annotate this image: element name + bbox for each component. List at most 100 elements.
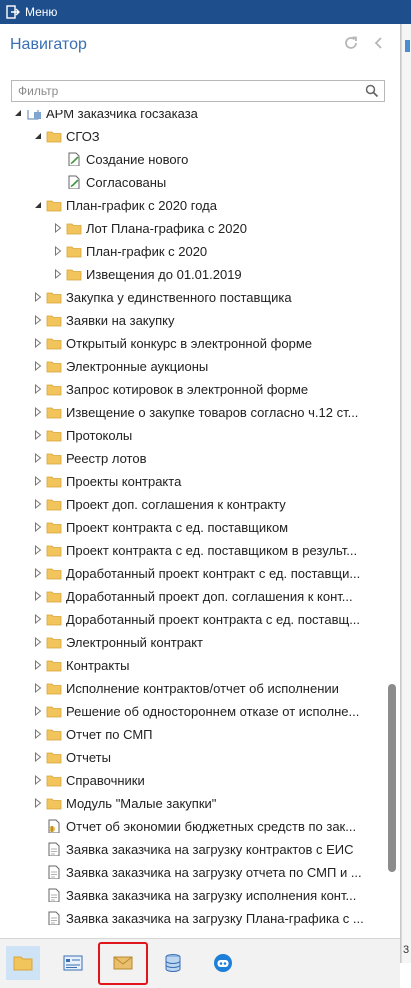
collapsed-arrow-icon[interactable] bbox=[34, 476, 42, 486]
collapsed-arrow-icon[interactable] bbox=[34, 660, 42, 670]
tree-item-label: Проект контракта с ед. поставщиком bbox=[66, 520, 289, 535]
tree-item[interactable]: АРМ заказчика госзаказа bbox=[0, 110, 384, 125]
tree-item-label: Проект доп. соглашения к контракту bbox=[66, 497, 286, 512]
tree-item[interactable]: План-график с 2020 года bbox=[0, 194, 384, 217]
collapsed-arrow-icon[interactable] bbox=[34, 292, 42, 302]
expanded-arrow-icon[interactable] bbox=[14, 110, 22, 118]
assistant-tab-button[interactable] bbox=[206, 946, 240, 980]
collapsed-arrow-icon[interactable] bbox=[34, 706, 42, 716]
tree-item-label: Отчет по СМП bbox=[66, 727, 153, 742]
collapsed-arrow-icon[interactable] bbox=[34, 430, 42, 440]
tree-item[interactable]: Доработанный проект контракт с ед. поста… bbox=[0, 562, 384, 585]
tree-item[interactable]: Закупка у единственного поставщика bbox=[0, 286, 384, 309]
tree-item[interactable]: Электронные аукционы bbox=[0, 355, 384, 378]
collapsed-arrow-icon[interactable] bbox=[34, 384, 42, 394]
collapsed-arrow-icon[interactable] bbox=[34, 545, 42, 555]
folder-icon bbox=[46, 522, 62, 534]
tree-item[interactable]: Отчет по СМП bbox=[0, 723, 384, 746]
collapsed-arrow-icon[interactable] bbox=[34, 568, 42, 578]
folder-icon bbox=[46, 752, 62, 764]
tree-item[interactable]: Доработанный проект доп. соглашения к ко… bbox=[0, 585, 384, 608]
tree-item-label: План-график с 2020 года bbox=[66, 198, 217, 213]
tree-item[interactable]: Реестр лотов bbox=[0, 447, 384, 470]
tree-item-label: Закупка у единственного поставщика bbox=[66, 290, 292, 305]
tree-item[interactable]: Извещение о закупке товаров согласно ч.1… bbox=[0, 401, 384, 424]
tree-item-label: Заявка заказчика на загрузку Плана-графи… bbox=[66, 911, 364, 926]
collapsed-arrow-icon[interactable] bbox=[34, 407, 42, 417]
tree-item[interactable]: Заявка заказчика на загрузку отчета по С… bbox=[0, 861, 384, 884]
collapsed-arrow-icon[interactable] bbox=[34, 729, 42, 739]
tree-item-label: Заявка заказчика на загрузку контрактов … bbox=[66, 842, 354, 857]
tree-item[interactable]: Проекты контракта bbox=[0, 470, 384, 493]
tree-item[interactable]: Лот Плана-графика с 2020 bbox=[0, 217, 384, 240]
collapsed-arrow-icon[interactable] bbox=[34, 361, 42, 371]
tree-item[interactable]: Заявки на закупку bbox=[0, 309, 384, 332]
tree-scrollbar-thumb[interactable] bbox=[388, 684, 396, 872]
collapsed-arrow-icon[interactable] bbox=[34, 522, 42, 532]
tree-item[interactable]: Заявка заказчика на загрузку Плана-графи… bbox=[0, 907, 384, 930]
tree-item[interactable]: Исполнение контрактов/отчет об исполнени… bbox=[0, 677, 384, 700]
tree-item[interactable]: Проект контракта с ед. поставщиком bbox=[0, 516, 384, 539]
collapsed-arrow-icon[interactable] bbox=[54, 269, 62, 279]
collapsed-arrow-icon[interactable] bbox=[34, 637, 42, 647]
tree-item-label: Запрос котировок в электронной форме bbox=[66, 382, 309, 397]
tree-item[interactable]: Проект контракта с ед. поставщиком в рез… bbox=[0, 539, 384, 562]
collapsed-arrow-icon[interactable] bbox=[34, 798, 42, 808]
robot-icon bbox=[214, 954, 232, 972]
tree-item[interactable]: Заявка заказчика на загрузку исполнения … bbox=[0, 884, 384, 907]
mail-tab-button[interactable] bbox=[106, 946, 140, 980]
tree-item-label: Доработанный проект контракта с ед. пост… bbox=[66, 612, 361, 627]
tree-item[interactable]: Отчет об экономии бюджетных средств по з… bbox=[0, 815, 384, 838]
refresh-icon[interactable] bbox=[342, 34, 360, 52]
collapsed-arrow-icon[interactable] bbox=[34, 315, 42, 325]
tree-item[interactable]: Справочники bbox=[0, 769, 384, 792]
search-icon[interactable] bbox=[365, 84, 379, 98]
tree-item[interactable]: Заявка заказчика на загрузку контрактов … bbox=[0, 838, 384, 861]
collapsed-arrow-icon[interactable] bbox=[34, 683, 42, 693]
tree-item[interactable]: Согласованы bbox=[0, 171, 384, 194]
expanded-arrow-icon[interactable] bbox=[34, 131, 42, 141]
right-panel-edge bbox=[401, 24, 411, 963]
collapsed-arrow-icon[interactable] bbox=[34, 453, 42, 463]
document-edit-icon bbox=[68, 175, 80, 189]
tree-item-label: Исполнение контрактов/отчет об исполнени… bbox=[66, 681, 339, 696]
navigator-tree: АРМ заказчика госзаказа СГОЗ Создание ново… bbox=[0, 110, 384, 935]
collapsed-arrow-icon[interactable] bbox=[34, 752, 42, 762]
collapsed-arrow-icon[interactable] bbox=[34, 499, 42, 509]
database-tab-button[interactable] bbox=[156, 946, 190, 980]
tree-item[interactable]: СГОЗ bbox=[0, 125, 384, 148]
tree-item[interactable]: Доработанный проект контракта с ед. пост… bbox=[0, 608, 384, 631]
tree-item[interactable]: Открытый конкурс в электронной форме bbox=[0, 332, 384, 355]
tree-item[interactable]: Запрос котировок в электронной форме bbox=[0, 378, 384, 401]
window-titlebar: Меню bbox=[0, 0, 411, 24]
tree-item[interactable]: Протоколы bbox=[0, 424, 384, 447]
folder-icon bbox=[46, 798, 62, 810]
collapsed-arrow-icon[interactable] bbox=[34, 338, 42, 348]
tree-item[interactable]: Отчеты bbox=[0, 746, 384, 769]
folder-icon bbox=[46, 660, 62, 672]
collapsed-arrow-icon[interactable] bbox=[34, 775, 42, 785]
expanded-arrow-icon[interactable] bbox=[34, 200, 42, 210]
folder-tab-button[interactable] bbox=[6, 946, 40, 980]
tree-item[interactable]: Электронный контракт bbox=[0, 631, 384, 654]
tree-item-label: Проект контракта с ед. поставщиком в рез… bbox=[66, 543, 358, 558]
tree-item[interactable]: План-график с 2020 bbox=[0, 240, 384, 263]
tree-item-label: Модуль "Малые закупки" bbox=[66, 796, 217, 811]
tree-item[interactable]: Решение об одностороннем отказе от испол… bbox=[0, 700, 384, 723]
folder-icon bbox=[13, 956, 33, 971]
list-tab-button[interactable] bbox=[56, 946, 90, 980]
collapse-panel-icon[interactable] bbox=[370, 34, 388, 52]
folder-icon bbox=[46, 292, 62, 304]
tree-item[interactable]: Извещения до 01.01.2019 bbox=[0, 263, 384, 286]
filter-input[interactable] bbox=[18, 83, 358, 99]
folder-icon bbox=[46, 476, 62, 488]
collapsed-arrow-icon[interactable] bbox=[54, 223, 62, 233]
collapsed-arrow-icon[interactable] bbox=[54, 246, 62, 256]
tree-item[interactable]: Модуль "Малые закупки" bbox=[0, 792, 384, 815]
tree-item[interactable]: Контракты bbox=[0, 654, 384, 677]
tree-item-label: Доработанный проект доп. соглашения к ко… bbox=[66, 589, 353, 604]
collapsed-arrow-icon[interactable] bbox=[34, 614, 42, 624]
collapsed-arrow-icon[interactable] bbox=[34, 591, 42, 601]
tree-item[interactable]: Проект доп. соглашения к контракту bbox=[0, 493, 384, 516]
tree-item[interactable]: Создание нового bbox=[0, 148, 384, 171]
